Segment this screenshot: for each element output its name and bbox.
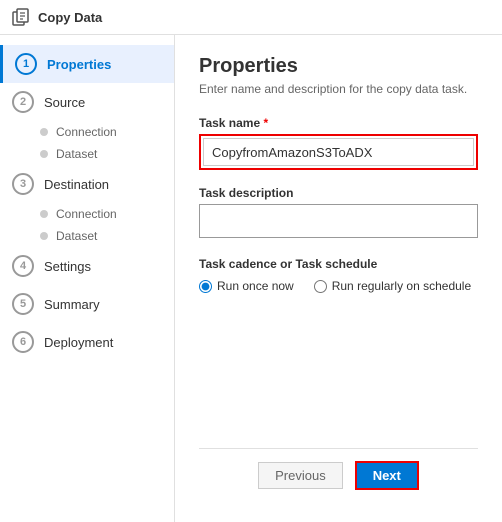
step-circle-4: 4: [12, 255, 34, 277]
sidebar-item-deployment[interactable]: 6 Deployment: [0, 323, 174, 361]
sidebar-label-properties: Properties: [47, 57, 111, 72]
task-name-group: Task name *: [199, 116, 478, 170]
sidebar-item-settings[interactable]: 4 Settings: [0, 247, 174, 285]
next-button[interactable]: Next: [355, 461, 419, 490]
task-cadence-group: Task cadence or Task schedule Run once n…: [199, 257, 478, 293]
copy-data-icon: [12, 8, 30, 26]
sidebar-item-source[interactable]: 2 Source: [0, 83, 174, 121]
destination-connection-item: Connection: [40, 203, 174, 225]
sidebar-label-deployment: Deployment: [44, 335, 113, 350]
sidebar-label-settings: Settings: [44, 259, 91, 274]
destination-sub-items: Connection Dataset: [0, 203, 174, 247]
radio-run-regular-input[interactable]: [314, 280, 327, 293]
sidebar-item-properties[interactable]: 1 Properties: [0, 45, 174, 83]
radio-run-once[interactable]: Run once now: [199, 279, 294, 293]
panel-title: Properties: [199, 55, 478, 78]
radio-run-once-input[interactable]: [199, 280, 212, 293]
task-name-wrapper: [199, 134, 478, 170]
task-name-input[interactable]: [203, 138, 474, 166]
radio-run-regular-label: Run regularly on schedule: [332, 279, 471, 293]
source-dataset-item: Dataset: [40, 143, 174, 165]
destination-dataset-label: Dataset: [56, 229, 97, 243]
step-circle-2: 2: [12, 91, 34, 113]
source-sub-items: Connection Dataset: [0, 121, 174, 165]
cadence-label: Task cadence or Task schedule: [199, 257, 478, 271]
sidebar: 1 Properties 2 Source Connection Dataset: [0, 35, 175, 522]
radio-run-regular[interactable]: Run regularly on schedule: [314, 279, 471, 293]
sub-dot: [40, 232, 48, 240]
radio-run-once-label: Run once now: [217, 279, 294, 293]
sidebar-label-destination: Destination: [44, 177, 109, 192]
sub-dot: [40, 210, 48, 218]
radio-group: Run once now Run regularly on schedule: [199, 279, 478, 293]
destination-dataset-item: Dataset: [40, 225, 174, 247]
source-connection-item: Connection: [40, 121, 174, 143]
source-dataset-label: Dataset: [56, 147, 97, 161]
step-circle-1: 1: [15, 53, 37, 75]
sidebar-item-destination[interactable]: 3 Destination: [0, 165, 174, 203]
sidebar-label-source: Source: [44, 95, 85, 110]
destination-connection-label: Connection: [56, 207, 117, 221]
source-connection-label: Connection: [56, 125, 117, 139]
bottom-nav: Previous Next: [199, 448, 478, 502]
sidebar-item-summary[interactable]: 5 Summary: [0, 285, 174, 323]
app-title: Copy Data: [38, 10, 102, 25]
task-desc-label: Task description: [199, 186, 478, 200]
task-name-label: Task name *: [199, 116, 478, 130]
sidebar-label-summary: Summary: [44, 297, 100, 312]
step-circle-3: 3: [12, 173, 34, 195]
right-panel: Properties Enter name and description fo…: [175, 35, 502, 522]
step-circle-6: 6: [12, 331, 34, 353]
task-desc-group: Task description: [199, 186, 478, 241]
required-star: *: [264, 116, 269, 130]
main-content: 1 Properties 2 Source Connection Dataset: [0, 35, 502, 522]
sub-dot: [40, 150, 48, 158]
previous-button[interactable]: Previous: [258, 462, 343, 489]
top-bar: Copy Data: [0, 0, 502, 35]
step-circle-5: 5: [12, 293, 34, 315]
panel-subtitle: Enter name and description for the copy …: [199, 82, 478, 96]
task-desc-input[interactable]: [199, 204, 478, 238]
spacer: [199, 309, 478, 448]
sub-dot: [40, 128, 48, 136]
